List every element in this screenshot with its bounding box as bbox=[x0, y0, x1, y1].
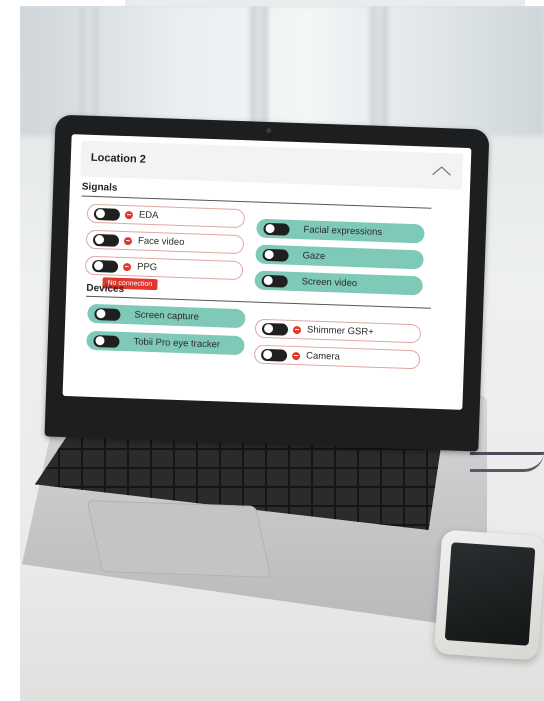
signal-label: Screen video bbox=[301, 276, 358, 290]
error-status-icon bbox=[123, 236, 133, 245]
error-status-icon bbox=[122, 262, 132, 271]
signal-screen-video[interactable]: Screen video bbox=[254, 270, 423, 296]
window-mullion bbox=[370, 6, 388, 136]
smartphone bbox=[433, 529, 544, 661]
chevron-up-icon bbox=[432, 166, 451, 176]
toggle-switch[interactable] bbox=[94, 307, 121, 321]
device-label: Camera bbox=[305, 350, 341, 363]
app-screen: Location 2 Signals EDA Face video PPG No… bbox=[62, 134, 472, 410]
device-tobii-eye-tracker[interactable]: Tobii Pro eye tracker bbox=[86, 330, 245, 356]
toggle-switch[interactable] bbox=[260, 348, 288, 362]
device-camera[interactable]: Camera bbox=[253, 344, 421, 370]
signal-eda[interactable]: EDA bbox=[86, 203, 246, 229]
signal-facial-expressions[interactable]: Facial expressions bbox=[256, 218, 425, 244]
signal-gaze[interactable]: Gaze bbox=[255, 244, 424, 270]
toggle-switch[interactable] bbox=[93, 207, 121, 221]
signals-section-title: Signals bbox=[81, 181, 118, 194]
signal-ppg[interactable]: PPG bbox=[84, 255, 244, 281]
laptop-trackpad bbox=[86, 500, 272, 578]
usb-cable bbox=[470, 452, 544, 472]
device-label: Tobii Pro eye tracker bbox=[133, 336, 221, 351]
toggle-switch[interactable] bbox=[262, 248, 289, 262]
toggle-switch[interactable] bbox=[91, 259, 119, 273]
signal-face-video[interactable]: Face video bbox=[85, 229, 245, 255]
signal-label: Facial expressions bbox=[303, 224, 383, 238]
toggle-switch[interactable] bbox=[261, 274, 288, 288]
webcam-icon bbox=[266, 127, 272, 134]
toggle-switch[interactable] bbox=[261, 322, 289, 336]
device-screen-capture[interactable]: Screen capture bbox=[87, 303, 246, 329]
error-status-icon bbox=[291, 351, 301, 360]
error-status-icon bbox=[292, 325, 302, 334]
panel-title: Location 2 bbox=[90, 151, 147, 166]
error-status-icon bbox=[124, 210, 134, 219]
wall-strip bbox=[125, 0, 525, 6]
location-panel-header[interactable]: Location 2 bbox=[80, 140, 464, 190]
window-mullion bbox=[250, 6, 268, 136]
collapse-button[interactable] bbox=[428, 161, 455, 182]
toggle-switch[interactable] bbox=[263, 222, 290, 236]
toggle-switch[interactable] bbox=[92, 233, 120, 247]
devices-section-title: Devices bbox=[86, 282, 125, 296]
device-shimmer-gsr[interactable]: Shimmer GSR+ bbox=[254, 318, 422, 344]
toggle-switch[interactable] bbox=[93, 334, 120, 348]
device-label: Shimmer GSR+ bbox=[306, 324, 374, 338]
signal-label: Gaze bbox=[302, 250, 326, 263]
signal-label: Face video bbox=[137, 235, 185, 249]
device-label: Screen capture bbox=[134, 309, 200, 323]
signal-label: PPG bbox=[136, 261, 158, 274]
signal-label: EDA bbox=[138, 209, 159, 222]
